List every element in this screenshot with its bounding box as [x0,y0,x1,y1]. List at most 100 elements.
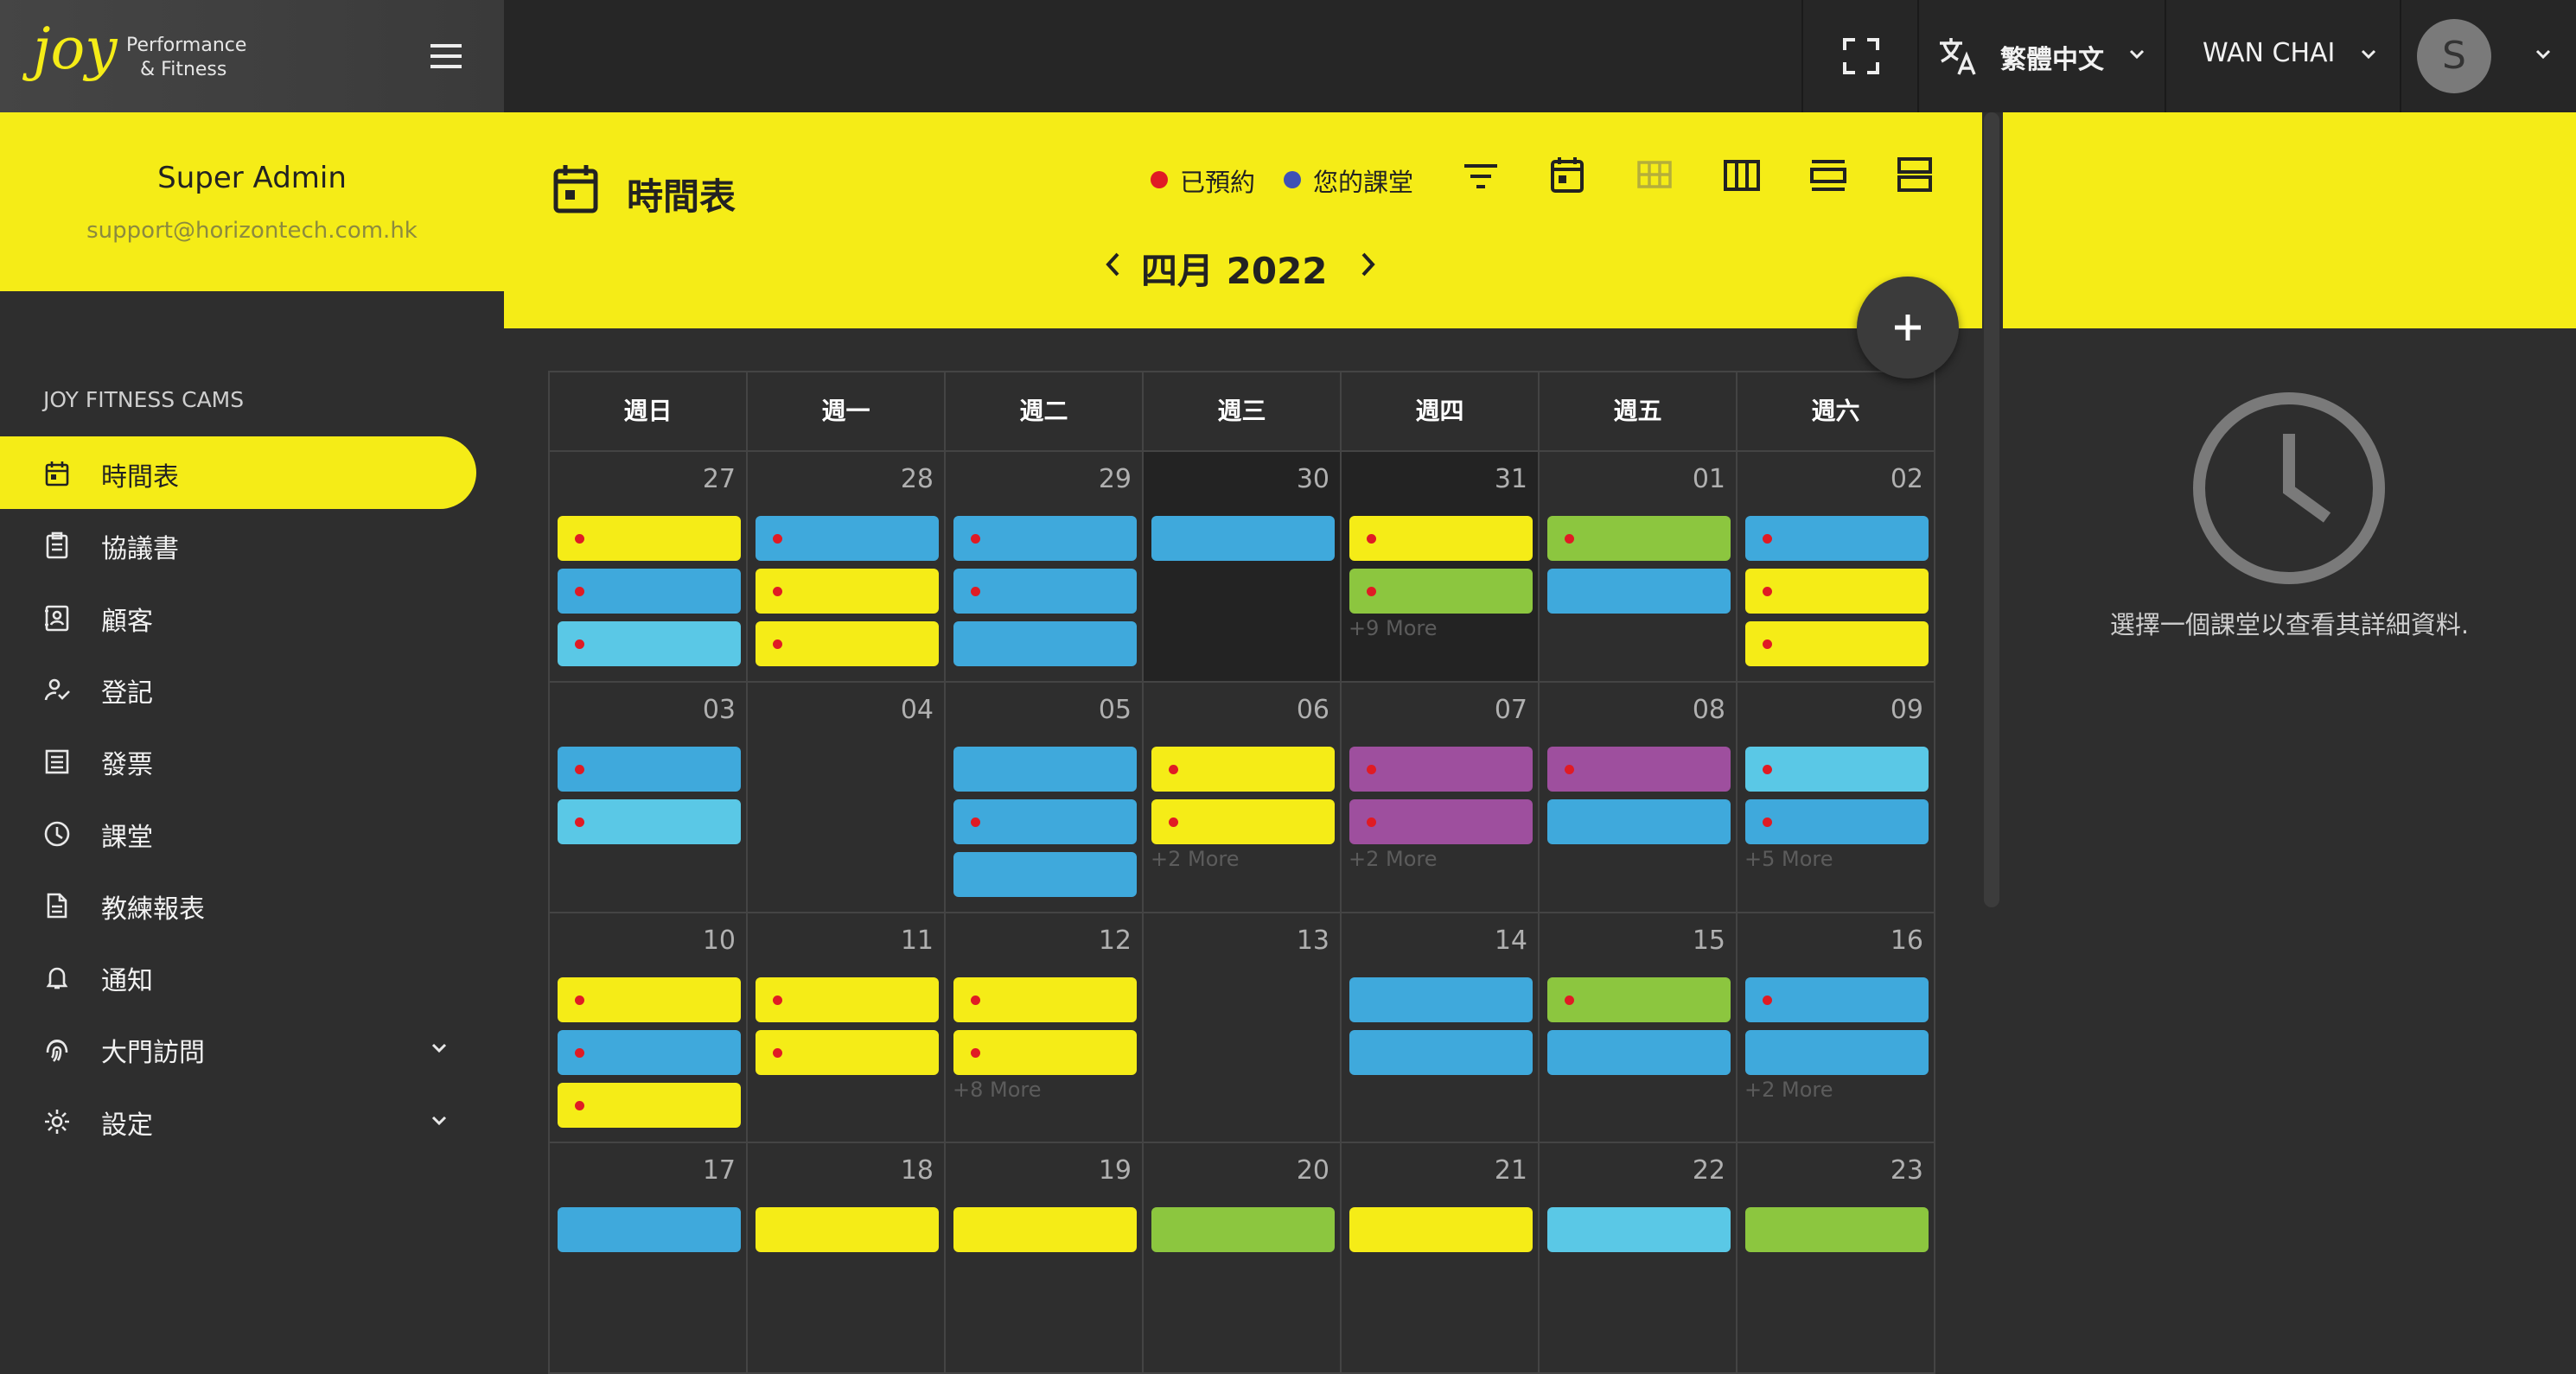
grid-view-icon[interactable] [1636,159,1673,190]
class-event[interactable] [1745,747,1929,792]
sidebar-item-3[interactable]: 登記 [0,652,476,725]
next-month-button[interactable] [1355,249,1380,280]
calendar-day-cell[interactable]: 21 [1340,1142,1540,1374]
calendar-day-cell[interactable]: 20 [1142,1142,1342,1374]
calendar-day-cell[interactable]: 30 [1142,450,1342,683]
class-event[interactable] [953,569,1137,614]
class-event[interactable] [558,621,741,666]
sidebar-item-8[interactable]: 大門訪問 [0,1012,476,1085]
calendar-day-cell[interactable]: 09 +5 More [1736,681,1935,913]
more-events-link[interactable]: +2 More [1744,1078,1833,1102]
filter-icon[interactable] [1463,159,1499,194]
calendar-day-cell[interactable]: 07 +2 More [1340,681,1540,913]
more-events-link[interactable]: +5 More [1744,847,1833,871]
class-event[interactable] [756,569,939,614]
calendar-day-cell[interactable]: 16 +2 More [1736,912,1935,1144]
calendar-day-cell[interactable]: 23 [1736,1142,1935,1374]
week-view-icon[interactable] [1723,159,1761,192]
class-event[interactable] [1745,799,1929,844]
calendar-day-cell[interactable]: 17 [548,1142,748,1374]
calendar-day-cell[interactable]: 13 [1142,912,1342,1144]
sidebar-item-4[interactable]: 發票 [0,724,476,797]
class-event[interactable] [1745,516,1929,561]
class-event[interactable] [1349,516,1533,561]
fullscreen-icon[interactable] [1841,36,1881,76]
class-event[interactable] [756,1030,939,1075]
brand-logo[interactable]: joy Performance & Fitness [33,16,258,95]
calendar-day-cell[interactable]: 19 [944,1142,1144,1374]
class-event[interactable] [1745,977,1929,1022]
calendar-day-cell[interactable]: 31 +9 More [1340,450,1540,683]
profile-email[interactable]: support@horizontech.com.hk [0,218,504,244]
calendar-day-cell[interactable]: 02 [1736,450,1935,683]
class-event[interactable] [953,621,1137,666]
class-event[interactable] [558,1030,741,1075]
class-event[interactable] [1349,569,1533,614]
add-class-button[interactable] [1857,277,1959,378]
class-event[interactable] [756,977,939,1022]
class-event[interactable] [953,516,1137,561]
sidebar-item-9[interactable]: 設定 [0,1085,476,1157]
sidebar-item-7[interactable]: 通知 [0,940,476,1013]
class-event[interactable] [953,799,1137,844]
location-selector[interactable]: WAN CHAI [2168,0,2400,112]
language-selector[interactable]: 繁體中文 [1921,0,2163,112]
sidebar-item-6[interactable]: 教練報表 [0,868,476,941]
class-event[interactable] [1151,747,1335,792]
class-event[interactable] [1151,516,1335,561]
month-view-icon[interactable] [1550,156,1584,194]
calendar-day-cell[interactable]: 08 [1538,681,1738,913]
calendar-day-cell[interactable]: 29 [944,450,1144,683]
class-event[interactable] [1745,1030,1929,1075]
class-event[interactable] [1349,977,1533,1022]
class-event[interactable] [1547,516,1731,561]
sidebar-item-5[interactable]: 課堂 [0,797,476,869]
calendar-day-cell[interactable]: 22 [1538,1142,1738,1374]
scrollbar[interactable] [1984,112,1999,907]
class-event[interactable] [953,1030,1137,1075]
class-event[interactable] [558,799,741,844]
calendar-day-cell[interactable]: 14 [1340,912,1540,1144]
calendar-day-cell[interactable]: 03 [548,681,748,913]
more-events-link[interactable]: +8 More [953,1078,1042,1102]
class-event[interactable] [1547,799,1731,844]
calendar-day-cell[interactable]: 06 +2 More [1142,681,1342,913]
more-events-link[interactable]: +9 More [1349,616,1438,640]
class-event[interactable] [1745,569,1929,614]
sidebar-item-0[interactable]: 時間表 [0,436,476,509]
day-view-icon[interactable] [1809,159,1847,192]
class-event[interactable] [558,747,741,792]
class-event[interactable] [756,516,939,561]
class-event[interactable] [558,1083,741,1128]
class-event[interactable] [953,747,1137,792]
agenda-view-icon[interactable] [1896,156,1934,194]
calendar-day-cell[interactable]: 04 [746,681,946,913]
calendar-day-cell[interactable]: 27 [548,450,748,683]
calendar-day-cell[interactable]: 18 [746,1142,946,1374]
class-event[interactable] [1349,799,1533,844]
class-event[interactable] [1349,747,1533,792]
class-event[interactable] [1547,747,1731,792]
class-event[interactable] [558,977,741,1022]
class-event[interactable] [1547,569,1731,614]
calendar-day-cell[interactable]: 15 [1538,912,1738,1144]
hamburger-menu-icon[interactable] [429,41,463,71]
more-events-link[interactable]: +2 More [1349,847,1438,871]
calendar-day-cell[interactable]: 12 +8 More [944,912,1144,1144]
class-event[interactable] [953,852,1137,897]
class-event[interactable] [1547,977,1731,1022]
user-menu[interactable]: S [2403,0,2576,112]
sidebar-item-2[interactable]: 顧客 [0,581,476,653]
class-event[interactable] [558,569,741,614]
class-event[interactable] [558,516,741,561]
class-event[interactable] [1349,1030,1533,1075]
class-event[interactable] [953,977,1137,1022]
sidebar-item-1[interactable]: 協議書 [0,508,476,581]
calendar-day-cell[interactable]: 01 [1538,450,1738,683]
more-events-link[interactable]: +2 More [1151,847,1240,871]
calendar-day-cell[interactable]: 05 [944,681,1144,913]
calendar-day-cell[interactable]: 11 [746,912,946,1144]
class-event[interactable] [1547,1030,1731,1075]
class-event[interactable] [1151,799,1335,844]
calendar-day-cell[interactable]: 10 [548,912,748,1144]
